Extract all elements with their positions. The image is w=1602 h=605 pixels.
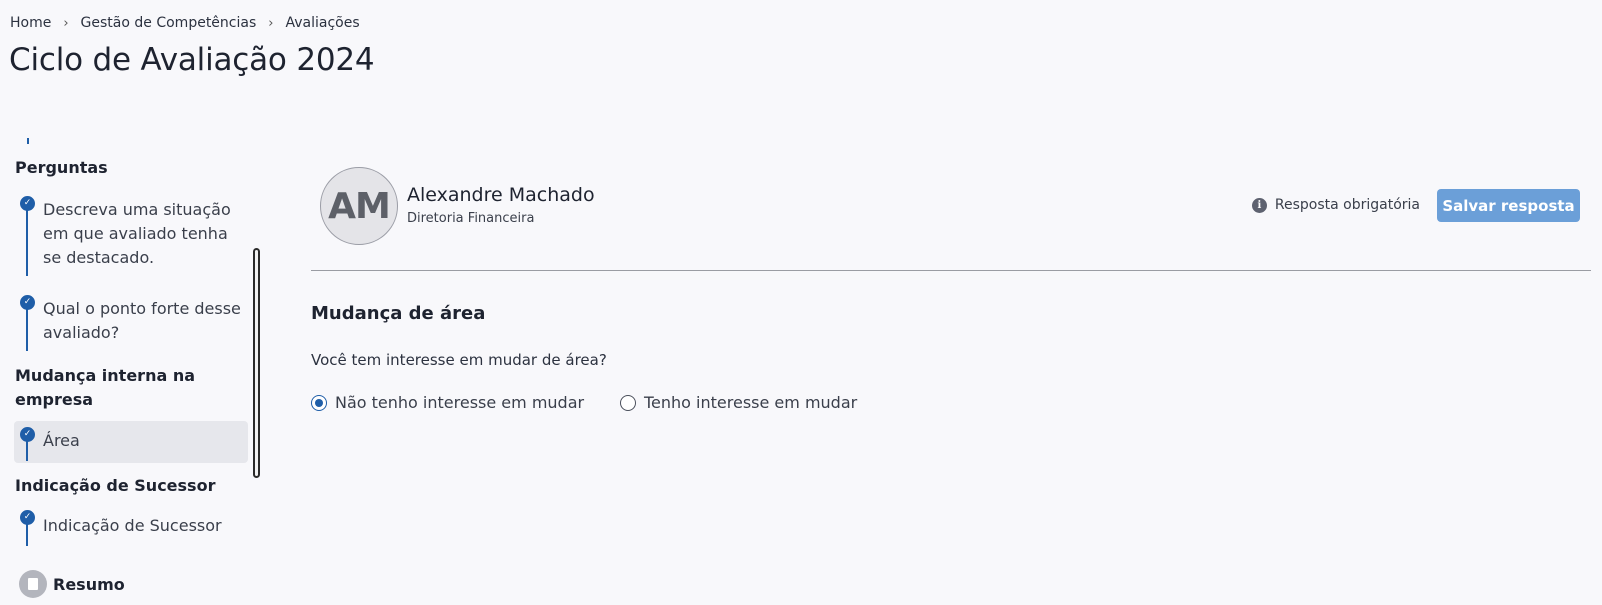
radio-option-label: Tenho interesse em mudar bbox=[644, 393, 858, 412]
save-button[interactable]: Salvar resposta bbox=[1437, 189, 1580, 222]
section-title-mudanca-interna: Mudança interna na empresa bbox=[15, 366, 196, 409]
required-notice: i Resposta obrigatória bbox=[1251, 197, 1420, 213]
page-title: Ciclo de Avaliação 2024 bbox=[9, 42, 375, 78]
radio-option-nao-interesse[interactable]: Não tenho interesse em mudar bbox=[311, 393, 584, 412]
radio-checked-icon[interactable] bbox=[311, 394, 327, 411]
sidebar-step-label: Área bbox=[43, 431, 80, 450]
sidebar-step-resumo[interactable]: Resumo bbox=[19, 570, 125, 598]
sidebar-step-label: Resumo bbox=[53, 574, 125, 594]
sidebar-scrollbar[interactable] bbox=[253, 248, 260, 478]
radio-unchecked-icon[interactable] bbox=[620, 394, 636, 411]
evaluee-name: Alexandre Machado bbox=[407, 184, 595, 206]
sidebar-step-situacao[interactable]: ✓ Descreva uma situação em que avaliado … bbox=[14, 196, 248, 276]
check-icon: ✓ bbox=[20, 427, 35, 442]
sidebar-step-label: Indicação de Sucessor bbox=[43, 516, 222, 535]
radio-option-label: Não tenho interesse em mudar bbox=[335, 393, 585, 412]
step-track bbox=[26, 204, 28, 276]
section-title-indicacao: Indicação de Sucessor bbox=[15, 476, 216, 495]
breadcrumb-avaliacoes[interactable]: Avaliações bbox=[285, 15, 359, 31]
check-icon: ✓ bbox=[20, 510, 35, 525]
step-track bbox=[26, 303, 28, 351]
sidebar-step-area[interactable]: ✓ Área bbox=[14, 421, 248, 463]
evaluee-department: Diretoria Financeira bbox=[407, 211, 535, 226]
radio-option-interesse[interactable]: Tenho interesse em mudar bbox=[620, 393, 857, 412]
breadcrumb-competencias[interactable]: Gestão de Competências bbox=[81, 15, 257, 31]
chevron-right-icon: › bbox=[63, 15, 69, 31]
info-icon: i bbox=[1251, 197, 1267, 213]
sidebar-step-label: Descreva uma situação em que avaliado te… bbox=[43, 200, 231, 267]
chevron-right-icon: › bbox=[268, 15, 274, 31]
check-icon: ✓ bbox=[20, 295, 35, 310]
breadcrumb: Home › Gestão de Competências › Avaliaçõ… bbox=[10, 15, 360, 31]
step-track bbox=[27, 138, 29, 144]
breadcrumb-home[interactable]: Home bbox=[10, 15, 51, 31]
divider bbox=[311, 270, 1591, 271]
sidebar-step-label: Qual o ponto forte desse avaliado? bbox=[43, 299, 241, 342]
sidebar-step-ponto-forte[interactable]: ✓ Qual o ponto forte desse avaliado? bbox=[14, 295, 248, 351]
sidebar-step-indicacao-sucessor[interactable]: ✓ Indicação de Sucessor bbox=[14, 510, 248, 550]
check-icon: ✓ bbox=[20, 196, 35, 211]
required-label: Resposta obrigatória bbox=[1274, 197, 1420, 213]
sidebar-steps: Perguntas ✓ Descreva uma situação em que… bbox=[0, 130, 270, 605]
avatar: AM bbox=[320, 167, 398, 245]
question-section-title: Mudança de área bbox=[311, 303, 486, 324]
question-text: Você tem interesse em mudar de área? bbox=[311, 351, 607, 369]
section-title-perguntas: Perguntas bbox=[15, 158, 108, 177]
document-icon bbox=[19, 570, 47, 598]
